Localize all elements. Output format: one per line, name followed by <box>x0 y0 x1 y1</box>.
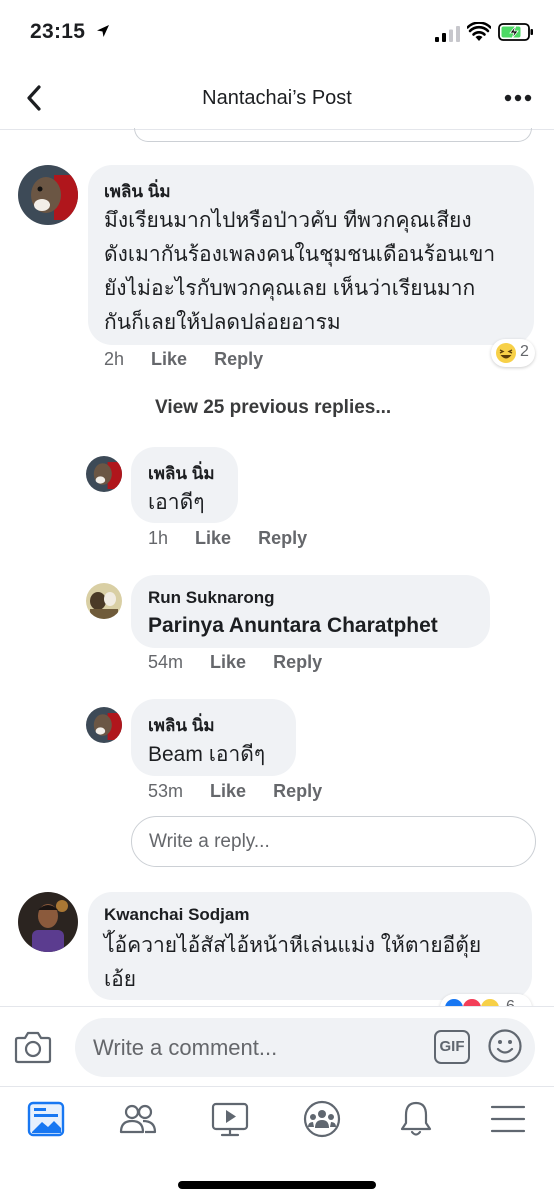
home-indicator[interactable] <box>178 1181 376 1189</box>
reply-timestamp: 53m <box>148 781 184 801</box>
comment-composer: Write a comment... GIF <box>0 1006 554 1086</box>
reply-button[interactable]: Reply <box>214 349 263 370</box>
reply-author[interactable]: Run Suknarong <box>148 588 275 608</box>
like-button[interactable]: Like <box>210 781 246 802</box>
view-previous-replies-link[interactable]: View 25 previous replies... <box>155 397 391 419</box>
reply-meta: 53m Like Reply <box>148 781 322 802</box>
like-button[interactable]: Like <box>210 652 246 673</box>
reply-meta: 54m Like Reply <box>148 652 322 673</box>
comment-input-placeholder: Write a comment... <box>93 1035 278 1060</box>
emoji-smiley-icon[interactable] <box>487 1028 523 1064</box>
watch-video-icon[interactable] <box>210 1099 250 1139</box>
comment-meta: 2h Like Reply <box>104 349 263 370</box>
page-title: Nantachai’s Post <box>202 87 352 109</box>
navigation-header: Nantachai’s Post <box>0 66 554 130</box>
reply-input[interactable]: Write a reply... <box>131 816 536 867</box>
like-button[interactable]: Like <box>195 528 231 549</box>
menu-hamburger-icon[interactable] <box>488 1099 528 1139</box>
bottom-tab-bar <box>0 1086 554 1200</box>
reply-button[interactable]: Reply <box>273 781 322 802</box>
avatar[interactable] <box>86 707 122 743</box>
location-arrow-icon <box>97 25 109 37</box>
reply-mention[interactable]: Parinya Anuntara Charatphet <box>148 609 438 643</box>
haha-reaction-icon <box>496 343 516 363</box>
comment-author[interactable]: เพลิน นิ่ม <box>104 178 171 205</box>
reply-meta: 1h Like Reply <box>148 528 307 549</box>
status-time: 23:15 <box>30 20 86 43</box>
avatar[interactable] <box>86 583 122 619</box>
comment-text-line: ดังเมากันร้องเพลงคนในชุมชนเดือนร้อนเขา <box>104 243 496 266</box>
reaction-count: 2 <box>520 343 529 360</box>
reaction-badge[interactable]: 2 <box>491 339 535 367</box>
more-options-icon[interactable] <box>504 92 532 104</box>
wifi-icon <box>467 22 491 41</box>
cellular-signal-icon <box>435 26 460 42</box>
gif-button[interactable]: GIF <box>434 1030 470 1064</box>
reply-timestamp: 54m <box>148 652 184 672</box>
reply-button[interactable]: Reply <box>258 528 307 549</box>
status-bar: 23:15 <box>0 0 554 66</box>
reply-author[interactable]: เพลิน นิ่ม <box>148 460 215 487</box>
reply-input-placeholder: Write a reply... <box>149 831 270 852</box>
groups-icon[interactable] <box>302 1099 342 1139</box>
comment-timestamp: 2h <box>104 349 125 369</box>
avatar[interactable] <box>86 456 122 492</box>
battery-charging-icon <box>498 23 533 41</box>
camera-icon[interactable] <box>14 1029 52 1065</box>
friends-icon[interactable] <box>118 1099 158 1139</box>
news-feed-icon[interactable] <box>26 1099 66 1139</box>
comment-author[interactable]: Kwanchai Sodjam <box>104 905 249 925</box>
avatar[interactable] <box>18 165 78 225</box>
reply-text: Beam เอาดีๆ <box>148 743 266 766</box>
reply-text: เอาดีๆ <box>148 491 205 514</box>
comment-input[interactable]: Write a comment... GIF <box>75 1018 535 1077</box>
reply-button[interactable]: Reply <box>273 652 322 673</box>
comment-text-line: มึงเรียนมากไปหรือป่าวคับ ทีพวกคุณเสียง <box>104 209 472 232</box>
comment-text-line: กันก็เลยให้ปลดปล่อยอารม <box>104 311 341 334</box>
reply-author[interactable]: เพลิน นิ่ม <box>148 712 215 739</box>
like-button[interactable]: Like <box>151 349 187 370</box>
comment-text-line: ไ้อ้ควายไอ้สัสไอ้หน้าหีเล่นแม่ง ให้ตายอี… <box>104 934 482 957</box>
comment-text-line: ยังไม่อะไรกับพวกคุณเลย เห็นว่าเรียนมาก <box>104 277 476 300</box>
comment-text-line: เอ้ย <box>104 968 137 991</box>
previous-reply-box-edge <box>134 128 532 142</box>
reply-timestamp: 1h <box>148 528 169 548</box>
notifications-bell-icon[interactable] <box>396 1099 436 1139</box>
avatar[interactable] <box>18 892 78 952</box>
